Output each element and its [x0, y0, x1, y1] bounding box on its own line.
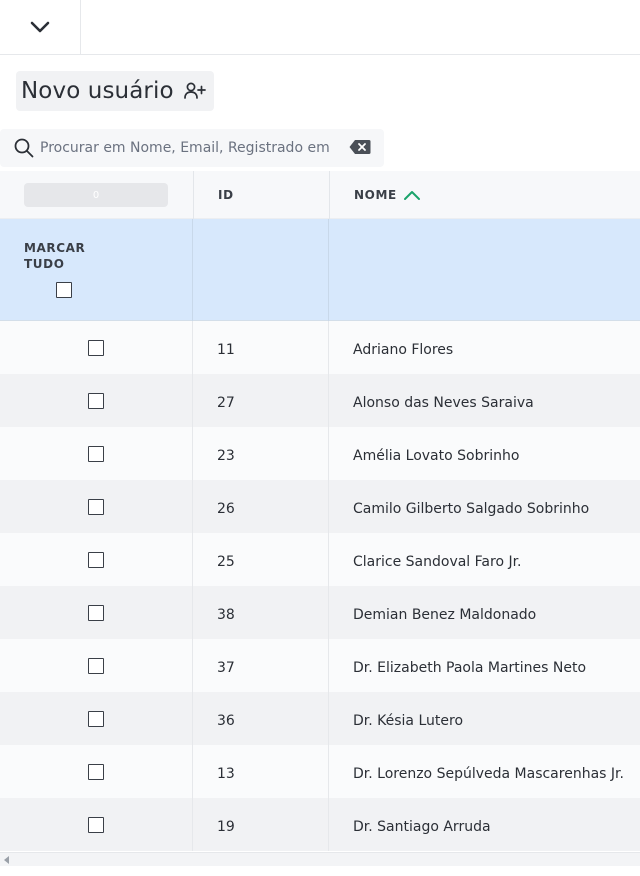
- row-nome: Amélia Lovato Sobrinho: [353, 448, 520, 464]
- column-header-id-label: ID: [218, 188, 234, 202]
- column-divider: [192, 427, 193, 480]
- row-select-cell: [0, 427, 193, 480]
- column-divider: [192, 374, 193, 427]
- column-divider: [328, 480, 329, 533]
- column-divider: [328, 692, 329, 745]
- selection-progress: 0: [24, 183, 168, 207]
- select-all-checkbox[interactable]: [56, 282, 72, 298]
- users-table: 0 ID NOME MARCAR TUDO 11 Adriano Flores: [0, 171, 640, 851]
- row-checkbox[interactable]: [88, 658, 104, 674]
- row-id: 37: [217, 660, 235, 676]
- column-divider: [192, 480, 193, 533]
- select-all-cell: MARCAR TUDO: [0, 219, 193, 321]
- sort-ascending-icon: [403, 189, 421, 201]
- row-id: 27: [217, 395, 235, 411]
- row-nome: Camilo Gilberto Salgado Sobrinho: [353, 501, 590, 517]
- table-row[interactable]: 27 Alonso das Neves Saraiva: [0, 374, 640, 427]
- row-select-cell: [0, 745, 193, 798]
- row-checkbox[interactable]: [88, 340, 104, 356]
- row-checkbox[interactable]: [88, 711, 104, 727]
- row-nome: Dr. Késia Lutero: [353, 713, 464, 729]
- table-row[interactable]: 11 Adriano Flores: [0, 321, 640, 374]
- column-header-nome-label: NOME: [354, 188, 397, 202]
- row-nome: Dr. Lorenzo Sepúlveda Mascarenhas Jr.: [353, 766, 624, 782]
- column-divider: [328, 219, 329, 321]
- row-id: 11: [217, 342, 235, 358]
- column-divider: [192, 692, 193, 745]
- table-row[interactable]: 19 Dr. Santiago Arruda: [0, 798, 640, 851]
- table-row[interactable]: 25 Clarice Sandoval Faro Jr.: [0, 533, 640, 586]
- table-row[interactable]: 37 Dr. Elizabeth Paola Martines Neto: [0, 639, 640, 692]
- column-divider: [328, 639, 329, 692]
- column-divider: [192, 533, 193, 586]
- top-bar: [0, 0, 640, 55]
- row-id: 19: [217, 819, 235, 835]
- row-checkbox[interactable]: [88, 764, 104, 780]
- row-nome: Dr. Santiago Arruda: [353, 819, 491, 835]
- row-checkbox[interactable]: [88, 605, 104, 621]
- row-id: 13: [217, 766, 235, 782]
- row-select-cell: [0, 798, 193, 851]
- row-nome: Clarice Sandoval Faro Jr.: [353, 554, 522, 570]
- table-header: 0 ID NOME: [0, 171, 640, 219]
- progress-label: 0: [92, 189, 100, 201]
- row-nome: Adriano Flores: [353, 342, 454, 358]
- column-divider: [328, 374, 329, 427]
- column-divider: [192, 586, 193, 639]
- column-divider: [328, 533, 329, 586]
- select-all-row: MARCAR TUDO: [0, 219, 640, 321]
- search-icon: [14, 138, 34, 158]
- row-select-cell: [0, 321, 193, 374]
- table-row[interactable]: 36 Dr. Késia Lutero: [0, 692, 640, 745]
- chevron-down-icon: [30, 21, 50, 33]
- horizontal-scrollbar[interactable]: [0, 852, 640, 866]
- table-body: 11 Adriano Flores 27 Alonso das Neves Sa…: [0, 321, 640, 851]
- new-user-label: Novo usuário: [21, 78, 174, 104]
- column-divider: [328, 798, 329, 851]
- scroll-left-icon[interactable]: [4, 856, 10, 864]
- row-id: 26: [217, 501, 235, 517]
- row-select-cell: [0, 374, 193, 427]
- row-id: 36: [217, 713, 235, 729]
- user-plus-icon: [183, 81, 206, 101]
- column-header-nome[interactable]: NOME: [329, 171, 640, 219]
- column-divider: [192, 639, 193, 692]
- column-divider: [328, 586, 329, 639]
- row-select-cell: [0, 639, 193, 692]
- column-divider: [192, 798, 193, 851]
- row-select-cell: [0, 586, 193, 639]
- table-row[interactable]: 13 Dr. Lorenzo Sepúlveda Mascarenhas Jr.: [0, 745, 640, 798]
- row-checkbox[interactable]: [88, 446, 104, 462]
- row-id: 23: [217, 448, 235, 464]
- row-nome: Demian Benez Maldonado: [353, 607, 537, 623]
- column-divider: [328, 745, 329, 798]
- new-user-button[interactable]: Novo usuário: [16, 71, 214, 111]
- row-id: 38: [217, 607, 235, 623]
- search-input[interactable]: [40, 137, 340, 159]
- column-divider: [192, 219, 193, 321]
- backspace-icon[interactable]: [349, 139, 371, 155]
- column-divider: [328, 321, 329, 374]
- row-checkbox[interactable]: [88, 499, 104, 515]
- column-divider: [192, 321, 193, 374]
- table-row[interactable]: 38 Demian Benez Maldonado: [0, 586, 640, 639]
- row-nome: Dr. Elizabeth Paola Martines Neto: [353, 660, 587, 676]
- row-checkbox[interactable]: [88, 817, 104, 833]
- row-id: 25: [217, 554, 235, 570]
- row-nome: Alonso das Neves Saraiva: [353, 395, 534, 411]
- search-bar: [0, 129, 384, 167]
- column-divider: [192, 745, 193, 798]
- table-row[interactable]: 23 Amélia Lovato Sobrinho: [0, 427, 640, 480]
- row-select-cell: [0, 692, 193, 745]
- collapse-button[interactable]: [0, 0, 81, 54]
- table-row[interactable]: 26 Camilo Gilberto Salgado Sobrinho: [0, 480, 640, 533]
- row-checkbox[interactable]: [88, 552, 104, 568]
- row-select-cell: [0, 533, 193, 586]
- column-header-id[interactable]: ID: [193, 171, 329, 219]
- column-divider: [328, 427, 329, 480]
- row-select-cell: [0, 480, 193, 533]
- select-all-label: MARCAR TUDO: [24, 241, 86, 271]
- row-checkbox[interactable]: [88, 393, 104, 409]
